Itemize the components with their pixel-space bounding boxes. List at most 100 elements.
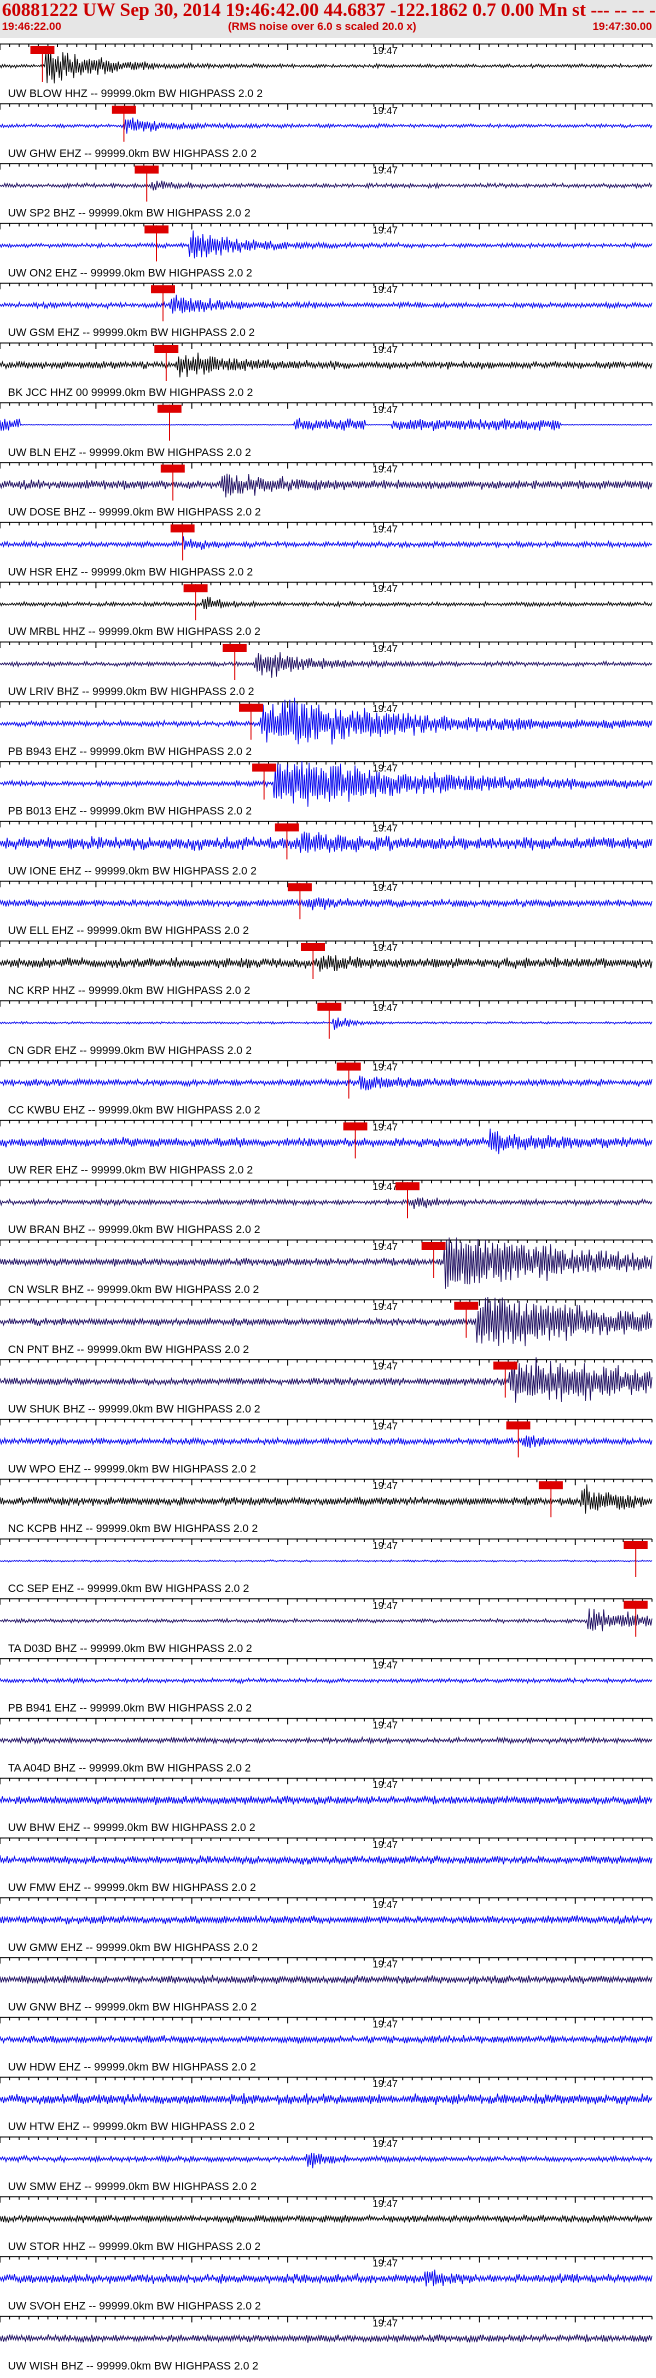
time-tick-label: 19:47 xyxy=(373,405,398,416)
pick-marker xyxy=(183,584,208,593)
waveform-trace xyxy=(0,1435,653,1448)
station-label: UW WPO EHZ -- 99999.0km BW HIGHPASS 2.0 … xyxy=(8,1463,256,1475)
pick-marker xyxy=(395,1182,420,1191)
pick-marker xyxy=(252,763,277,772)
waveform-trace xyxy=(0,1237,653,1289)
time-tick-label: 19:47 xyxy=(373,584,398,595)
pick-marker xyxy=(160,464,185,473)
time-tick-label: 19:47 xyxy=(373,2199,398,2210)
station-label: UW DOSE BHZ -- 99999.0km BW HIGHPASS 2.0… xyxy=(8,507,261,519)
station-label: UW BHW EHZ -- 99999.0km BW HIGHPASS 2.0 … xyxy=(8,1822,255,1834)
station-label: CN WSLR BHZ -- 99999.0km BW HIGHPASS 2.0… xyxy=(8,1284,259,1296)
station-label: UW STOR HHZ -- 99999.0km BW HIGHPASS 2.0… xyxy=(8,2241,261,2253)
time-tick-label: 19:47 xyxy=(373,1182,398,1193)
pick-marker xyxy=(623,1541,648,1549)
station-label: UW IONE EHZ -- 99999.0km BW HIGHPASS 2.0… xyxy=(8,865,257,877)
station-label: PB B013 EHZ -- 99999.0km BW HIGHPASS 2.0… xyxy=(8,806,252,818)
time-tick-label: 19:47 xyxy=(373,1601,398,1612)
waveform-trace xyxy=(0,180,653,191)
waveform-trace xyxy=(0,897,653,911)
pick-marker xyxy=(301,943,325,951)
station-label: BK JCC HHZ 00 99999.0km BW HIGHPASS 2.0 … xyxy=(8,387,253,399)
station-label: UW SP2 BHZ -- 99999.0km BW HIGHPASS 2.0 … xyxy=(8,208,250,220)
waveform-trace xyxy=(0,1914,653,1925)
waveform-trace xyxy=(0,294,653,314)
time-tick-label: 19:47 xyxy=(373,1960,398,1971)
station-label: NC KCPB HHZ -- 99999.0km BW HIGHPASS 2.0… xyxy=(8,1523,258,1535)
pick-marker xyxy=(170,524,195,533)
time-tick-label: 19:47 xyxy=(373,345,398,356)
station-label: UW WISH BHZ -- 99999.0km BW HIGHPASS 2.0… xyxy=(8,2360,258,2372)
pick-marker xyxy=(454,1301,479,1310)
pick-marker xyxy=(538,1481,563,1490)
waveform-trace xyxy=(0,1128,653,1155)
waveform-trace xyxy=(0,652,653,678)
waveform-trace xyxy=(0,230,653,259)
time-tick-label: 19:47 xyxy=(373,1900,398,1911)
start-time-label: 19:46:22.00 xyxy=(2,21,62,33)
waveform-trace xyxy=(0,1017,653,1030)
time-tick-label: 19:47 xyxy=(373,2019,398,2030)
waveform-trace xyxy=(0,1559,653,1563)
time-tick-label: 19:47 xyxy=(373,225,398,236)
waveform-trace xyxy=(0,352,653,378)
station-label: UW FMW EHZ -- 99999.0km BW HIGHPASS 2.0 … xyxy=(8,1882,256,1894)
station-label: UW BLN EHZ -- 99999.0km BW HIGHPASS 2.0 … xyxy=(8,447,251,459)
station-label: PB B941 EHZ -- 99999.0km BW HIGHPASS 2.0… xyxy=(8,1703,252,1715)
time-tick-label: 19:47 xyxy=(373,2079,398,2090)
station-label: UW ELL EHZ -- 99999.0km BW HIGHPASS 2.0 … xyxy=(8,925,249,937)
station-label: PB B943 EHZ -- 99999.0km BW HIGHPASS 2.0… xyxy=(8,746,252,758)
waveform-trace xyxy=(0,2152,653,2169)
waveform-trace xyxy=(0,473,653,498)
station-label: UW GNW BHZ -- 99999.0km BW HIGHPASS 2.0 … xyxy=(8,2002,257,2014)
event-title: 60881222 UW Sep 30, 2014 19:46:42.00 44.… xyxy=(2,0,656,21)
waveform-trace xyxy=(0,1855,653,1865)
station-label: UW SMW EHZ -- 99999.0km BW HIGHPASS 2.0 … xyxy=(8,2181,257,2193)
time-tick-label: 19:47 xyxy=(373,465,398,476)
waveform-trace xyxy=(0,1197,653,1209)
time-tick-label: 19:47 xyxy=(373,644,398,655)
time-tick-label: 19:47 xyxy=(373,943,398,954)
pick-marker xyxy=(623,1600,648,1609)
pick-marker xyxy=(111,105,136,114)
time-tick-label: 19:47 xyxy=(373,1063,398,1074)
station-label: UW GHW EHZ -- 99999.0km BW HIGHPASS 2.0 … xyxy=(8,148,257,160)
station-label: TA A04D BHZ -- 99999.0km BW HIGHPASS 2.0… xyxy=(8,1762,251,1774)
waveform-trace xyxy=(0,2093,653,2106)
waveform-trace xyxy=(0,1296,653,1347)
time-tick-label: 19:47 xyxy=(373,1720,398,1731)
seismogram-plot: 19:47 UW BLOW HHZ -- 99999.0km BW HIGHPAS… xyxy=(0,43,653,2372)
pick-marker xyxy=(274,823,299,832)
time-tick-label: 19:47 xyxy=(373,823,398,834)
time-tick-label: 19:47 xyxy=(373,1780,398,1791)
end-time-label: 19:47:30.00 xyxy=(592,21,652,33)
station-label: CN GDR EHZ -- 99999.0km BW HIGHPASS 2.0 … xyxy=(8,1045,252,1057)
time-tick-label: 19:47 xyxy=(373,1481,398,1492)
waveform-trace xyxy=(0,1357,653,1403)
scale-note-label: (RMS noise over 6.0 s scaled 20.0 x) xyxy=(228,21,417,33)
waveform-trace xyxy=(0,955,653,972)
station-label: NC KRP HHZ -- 99999.0km BW HIGHPASS 2.0 … xyxy=(8,985,250,997)
time-tick-label: 19:47 xyxy=(373,2318,398,2329)
time-tick-label: 19:47 xyxy=(373,2139,398,2150)
time-tick-label: 19:47 xyxy=(373,2259,398,2270)
pick-marker xyxy=(493,1361,518,1370)
station-label: UW BLOW HHZ -- 99999.0km BW HIGHPASS 2.0… xyxy=(8,88,263,100)
time-tick-label: 19:47 xyxy=(373,1302,398,1313)
time-tick-label: 19:47 xyxy=(373,1003,398,1014)
waveform-trace xyxy=(0,761,653,807)
pick-marker xyxy=(336,1062,361,1071)
station-label: UW SVOH EHZ -- 99999.0km BW HIGHPASS 2.0… xyxy=(8,2301,261,2313)
station-label: UW MRBL HHZ -- 99999.0km BW HIGHPASS 2.0… xyxy=(8,626,260,638)
station-label: CN PNT BHZ -- 99999.0km BW HIGHPASS 2.0 … xyxy=(8,1344,249,1356)
waveform-trace xyxy=(0,1735,653,1745)
pick-marker xyxy=(239,703,263,712)
waveform-trace xyxy=(0,1974,653,1985)
time-tick-label: 19:47 xyxy=(373,883,398,894)
station-label: UW LRIV BHZ -- 99999.0km BW HIGHPASS 2.0… xyxy=(8,686,254,698)
waveform-trace xyxy=(0,1676,653,1685)
waveform-trace xyxy=(0,1075,653,1091)
waveform-trace xyxy=(0,2333,653,2344)
station-label: UW HSR EHZ -- 99999.0km BW HIGHPASS 2.0 … xyxy=(8,566,253,578)
plot-header: 60881222 UW Sep 30, 2014 19:46:42.00 44.… xyxy=(0,0,656,38)
